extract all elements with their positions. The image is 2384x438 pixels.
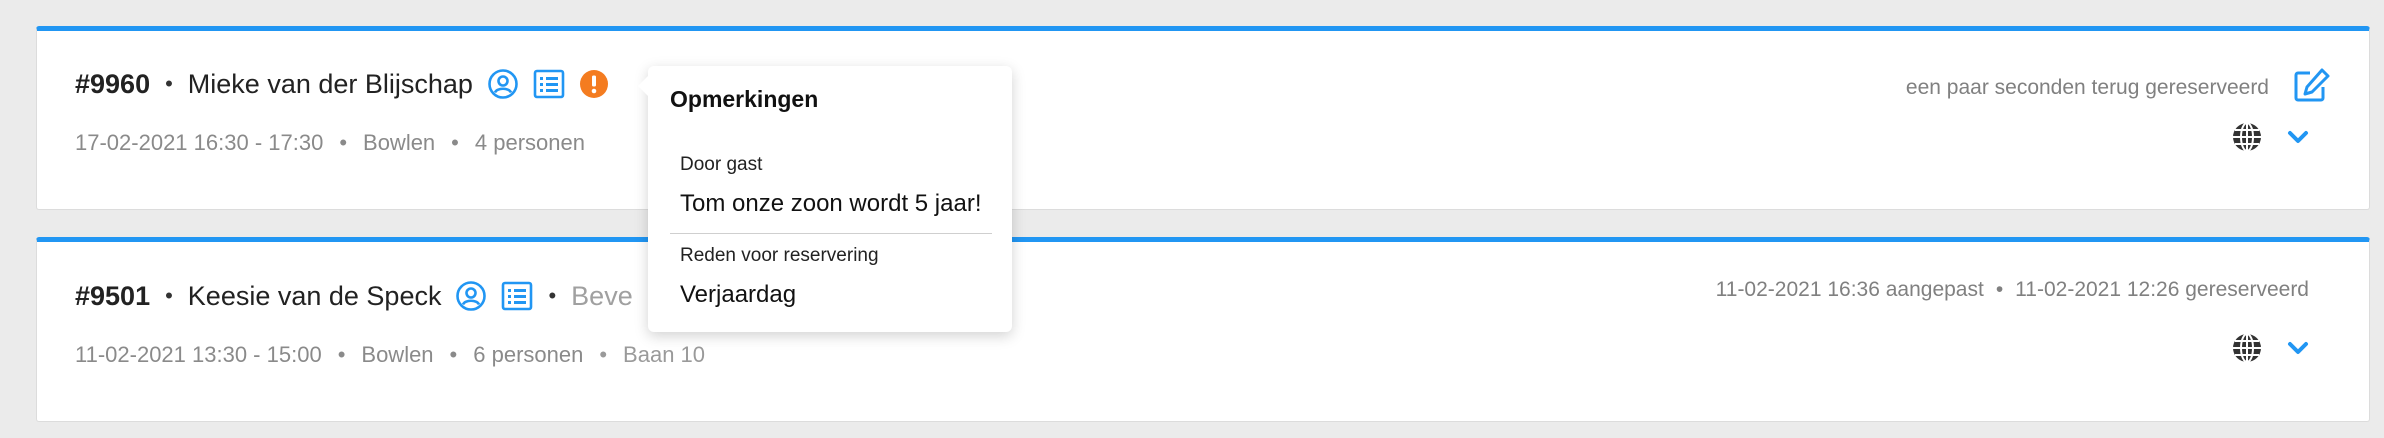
reservation-status: 11-02-2021 16:36 aangepast • 11-02-2021 …	[1716, 278, 2309, 302]
separator-dot: •	[548, 283, 557, 308]
reservation-header: #9501 • Keesie van de Speck • Beve	[75, 280, 633, 312]
separator-dot: •	[337, 342, 346, 367]
globe-icon[interactable]	[2231, 332, 2263, 369]
reservation-status: een paar seconden terug gereserveerd	[1906, 67, 2331, 109]
reservation-number[interactable]: #9501	[75, 281, 150, 312]
reservation-details: 11-02-2021 13:30 - 15:00 • Bowlen • 6 pe…	[75, 342, 705, 368]
reservation-persons: 4 personen	[474, 130, 585, 155]
separator-dot: •	[449, 342, 458, 367]
chevron-down-icon[interactable]	[2287, 129, 2309, 150]
reservation-actions	[2231, 332, 2309, 369]
reservation-extra-label: Beve	[571, 280, 633, 311]
reservation-persons: 6 personen	[473, 342, 584, 367]
reservation-header: #9960 • Mieke van der Blijschap	[75, 68, 609, 100]
chevron-down-icon[interactable]	[2287, 340, 2309, 361]
reservation-activity: Bowlen	[363, 130, 436, 155]
remark-label-guest: Door gast	[680, 154, 763, 175]
reservation-status-text: een paar seconden terug gereserveerd	[1905, 76, 2269, 99]
list-icon[interactable]	[533, 69, 565, 99]
remark-label-reason: Reden voor reservering	[680, 245, 879, 266]
reservation-modified-text: 11-02-2021 16:36 aangepast	[1715, 278, 1984, 301]
popover-title: Opmerkingen	[670, 86, 819, 112]
guest-name[interactable]: Mieke van der Blijschap	[188, 69, 473, 100]
separator-dot: •	[339, 130, 348, 155]
user-circle-icon[interactable]	[487, 68, 519, 100]
reservation-details: 17-02-2021 16:30 - 17:30 • Bowlen • 4 pe…	[75, 130, 585, 156]
remark-value-reason: Verjaardag	[680, 281, 797, 308]
remark-value-guest: Tom onze zoon wordt 5 jaar!	[680, 190, 982, 217]
reservation-card-9960: #9960 • Mieke van der Blijschap 17-02-20…	[36, 26, 2370, 210]
separator-dot: •	[451, 130, 459, 155]
remarks-popover: Opmerkingen Door gast Tom onze zoon word…	[638, 66, 1012, 332]
edit-icon[interactable]	[2293, 67, 2331, 109]
reservation-activity: Bowlen	[361, 342, 434, 367]
reservation-date: 11-02-2021 13:30 - 15:00	[75, 342, 322, 367]
separator-dot: •	[165, 71, 173, 96]
user-circle-icon[interactable]	[455, 280, 487, 312]
reservation-card-9501: #9501 • Keesie van de Speck • Beve 11-02…	[36, 237, 2370, 422]
reservation-reserved-text: 11-02-2021 12:26 gereserveerd	[2015, 278, 2309, 301]
guest-name[interactable]: Keesie van de Speck	[188, 281, 442, 312]
exclamation-icon[interactable]	[579, 69, 609, 99]
reservation-actions	[2231, 121, 2309, 158]
separator-dot: •	[1995, 278, 2004, 301]
separator-dot: •	[165, 283, 173, 308]
popover-divider	[670, 233, 992, 234]
reservation-date: 17-02-2021 16:30 - 17:30	[75, 130, 324, 155]
list-icon[interactable]	[501, 281, 533, 311]
globe-icon[interactable]	[2231, 121, 2263, 158]
separator-dot: •	[599, 342, 608, 367]
popover-arrow	[638, 76, 648, 96]
reservation-number[interactable]: #9960	[75, 69, 150, 100]
reservation-lane: Baan 10	[623, 342, 706, 367]
